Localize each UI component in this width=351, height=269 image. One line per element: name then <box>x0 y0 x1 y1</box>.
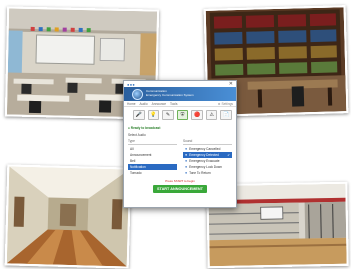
microphone-icon[interactable]: 🎤 <box>133 110 145 120</box>
radio-bullet-icon: ● <box>185 159 188 163</box>
globe-logo-icon <box>132 88 143 100</box>
nav-item-audio[interactable]: Audio <box>140 102 148 106</box>
radio-bullet-icon: ● <box>185 165 188 169</box>
type-list-item-label: Bell <box>130 159 136 163</box>
type-list-item-label: Notification <box>130 165 146 169</box>
radio-bullet-icon: ● <box>185 153 188 157</box>
alarm-icon[interactable]: 🔴 <box>191 110 203 120</box>
type-column-header: Type <box>128 139 177 145</box>
app-banner: Communication Emergency Communication Sy… <box>124 87 236 101</box>
type-list: Type All Announcement Bell Notification Torn… <box>128 139 177 176</box>
sound-list-item-label: Tone To Return <box>189 171 211 175</box>
sound-column-header: Sound <box>183 139 232 145</box>
sound-list-item-label: Emergency Cancelled <box>189 147 221 151</box>
announcement-app-window: ●●● ✕ Communication Emergency Communicat… <box>123 80 237 208</box>
sound-list-item-label: Emergency Evacuate <box>189 159 220 163</box>
type-list-item[interactable]: Tornado <box>128 170 177 176</box>
close-icon[interactable]: ✕ <box>229 81 233 87</box>
window-dots-icon[interactable]: ●●● <box>127 82 135 87</box>
status-text: ● Ready to broadcast <box>128 126 161 130</box>
radio-bullet-icon: ● <box>185 147 188 151</box>
lightbulb-icon[interactable]: 💡 <box>147 110 160 120</box>
type-list-item-label: Tornado <box>130 171 142 175</box>
radio-bullet-icon: ● <box>185 171 188 175</box>
warning-icon[interactable]: ⚠ <box>205 110 218 120</box>
toolbar: 🎤 💡 ✎ ⛨ 🔴 ⚠ 📄 <box>124 107 236 122</box>
hallway-photo <box>4 164 132 269</box>
nav-item-tools[interactable]: Tools <box>170 102 177 106</box>
start-announcement-button[interactable]: START ANNOUNCEMENT <box>153 185 207 193</box>
shield-icon[interactable]: ⛨ <box>176 110 189 120</box>
nav-item-announce[interactable]: Announce <box>152 102 166 106</box>
document-icon[interactable]: 📄 <box>220 110 233 120</box>
type-list-item-label: All <box>130 147 134 151</box>
banner-subtitle: Emergency Communication System <box>146 93 194 97</box>
sound-list-item-label: Emergency Detected <box>189 153 219 157</box>
sound-list: Sound ● Emergency Cancelled ● Emergency Det… <box>183 139 232 176</box>
sound-list-item[interactable]: ● Tone To Return <box>183 170 232 176</box>
sound-list-item-label: Emergency Lock Down <box>189 165 222 169</box>
settings-link[interactable]: ⚙ Settings <box>218 102 233 106</box>
type-list-item-label: Announcement <box>130 153 152 157</box>
checkmark-icon: ✔ <box>227 153 230 157</box>
nav-item-home[interactable]: Home <box>127 102 136 106</box>
pencil-icon[interactable]: ✎ <box>162 110 174 120</box>
start-prompt: Press START to begin <box>165 179 195 183</box>
